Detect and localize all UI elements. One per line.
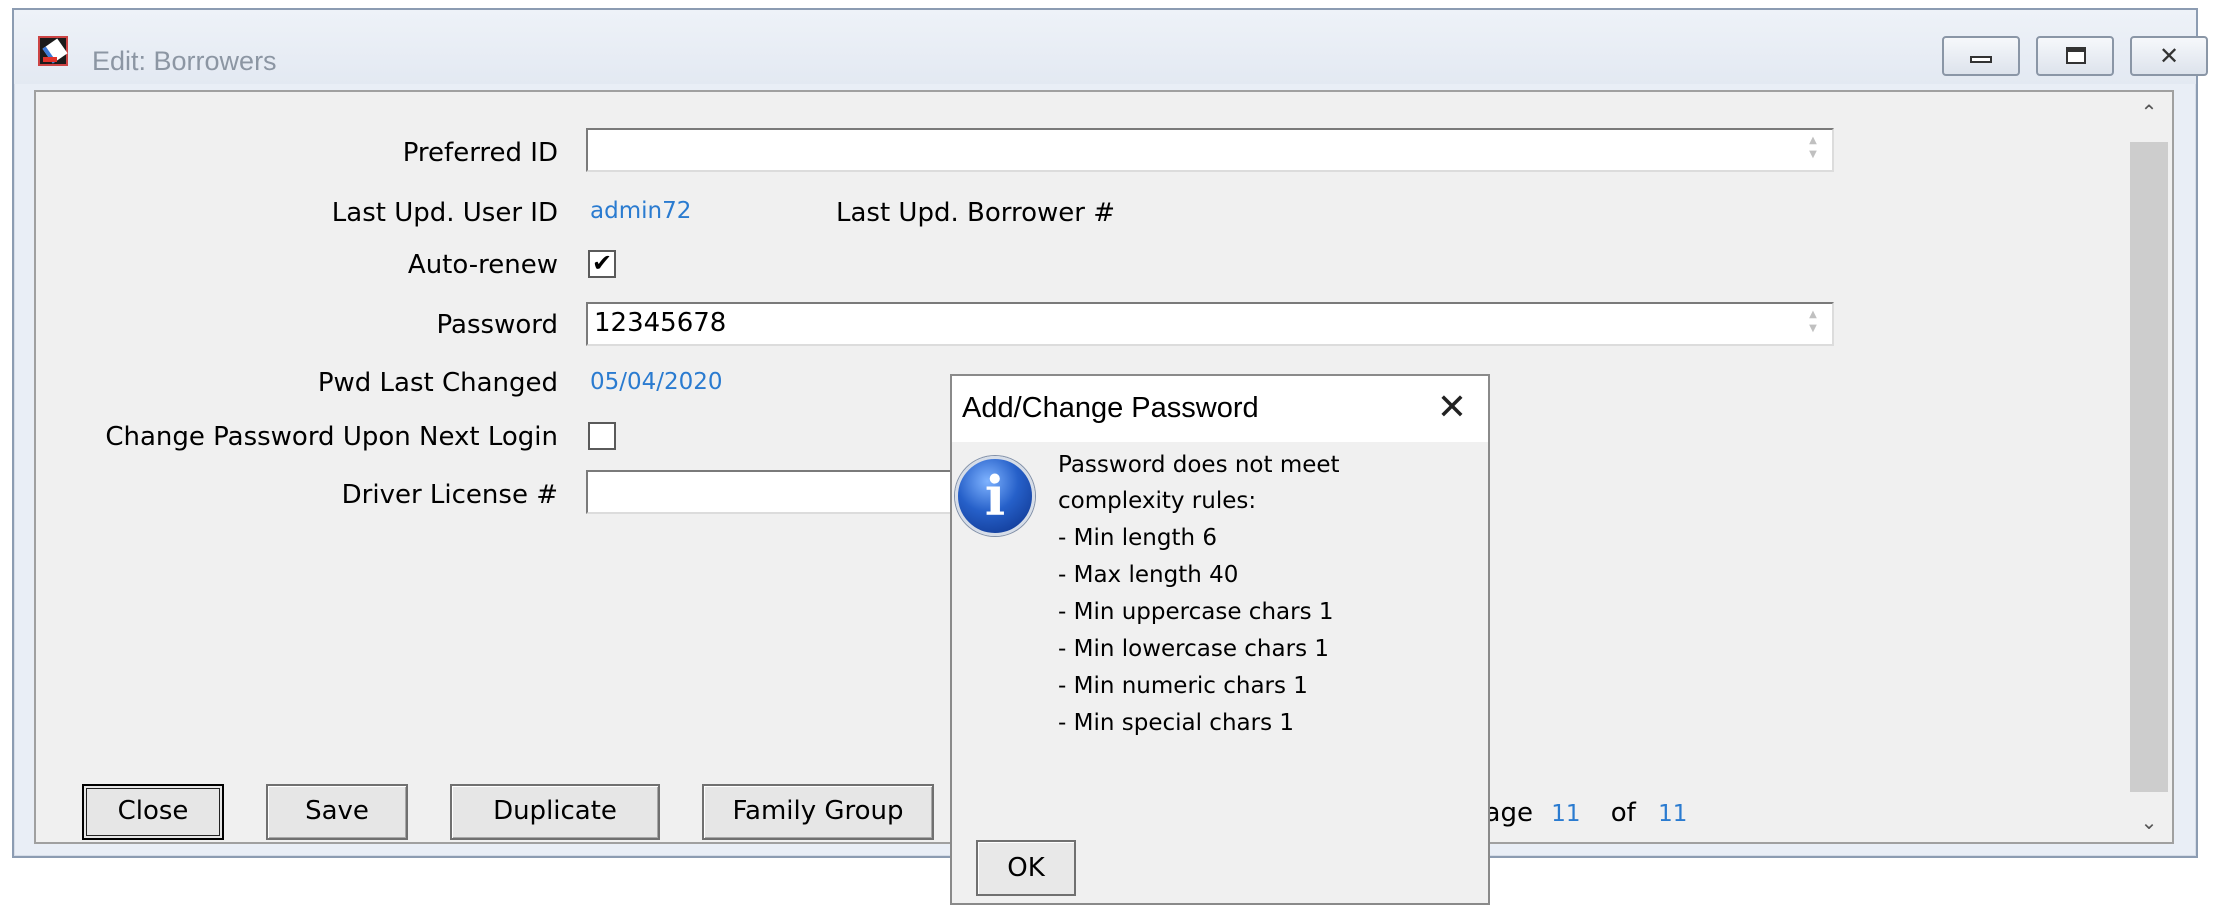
driver-license-input[interactable] xyxy=(586,470,1006,514)
password-label: Password xyxy=(436,310,558,340)
close-button[interactable]: Close xyxy=(82,784,224,840)
pager: Page 11 of 11 xyxy=(1470,798,1687,828)
dialog-message-line: - Min numeric chars 1 xyxy=(1058,673,1308,699)
window-title: Edit: Borrowers xyxy=(92,46,277,76)
dialog-message-line: - Min uppercase chars 1 xyxy=(1058,599,1334,625)
spinner-icon[interactable]: ▲ ▼ xyxy=(1798,134,1828,166)
close-window-button[interactable]: ✕ xyxy=(2130,36,2208,76)
pwd-last-changed-value: 05/04/2020 xyxy=(590,369,723,395)
add-change-password-dialog: Add/Change Password ✕ i Password does no… xyxy=(950,374,1490,905)
auto-renew-label: Auto-renew xyxy=(407,250,558,280)
preferred-id-input[interactable]: ▲ ▼ xyxy=(586,128,1834,172)
app-icon[interactable] xyxy=(38,36,68,66)
family-group-button[interactable]: Family Group xyxy=(702,784,934,840)
dialog-message-line: complexity rules: xyxy=(1058,488,1257,514)
close-icon: ✕ xyxy=(2158,42,2180,70)
check-icon: ✔ xyxy=(591,249,613,277)
password-value: 12345678 xyxy=(594,308,727,338)
ok-button[interactable]: OK xyxy=(976,840,1076,896)
spinner-icon[interactable]: ▲ ▼ xyxy=(1798,308,1828,340)
scroll-down-icon[interactable]: ⌄ xyxy=(2126,802,2172,842)
dialog-message-line: Password does not meet xyxy=(1058,452,1340,478)
change-password-label: Change Password Upon Next Login xyxy=(105,422,558,452)
last-upd-user-label: Last Upd. User ID xyxy=(331,198,558,228)
dialog-message-line: - Min lowercase chars 1 xyxy=(1058,636,1329,662)
last-upd-borrower-label: Last Upd. Borrower # xyxy=(836,198,1115,228)
auto-renew-checkbox[interactable]: ✔ xyxy=(588,250,616,278)
preferred-id-label: Preferred ID xyxy=(402,138,558,168)
last-upd-user-value: admin72 xyxy=(590,198,692,224)
pager-of-label: of xyxy=(1610,798,1636,828)
dialog-message-line: - Max length 40 xyxy=(1058,562,1239,588)
pager-current[interactable]: 11 xyxy=(1551,801,1580,827)
minimize-button[interactable] xyxy=(1942,36,2020,76)
dialog-close-button[interactable]: ✕ xyxy=(1430,386,1474,430)
password-input[interactable]: 12345678 ▲ ▼ xyxy=(586,302,1834,346)
change-password-checkbox[interactable] xyxy=(588,422,616,450)
duplicate-button[interactable]: Duplicate xyxy=(450,784,660,840)
info-icon: i xyxy=(955,456,1035,536)
minimize-icon xyxy=(1944,38,2018,74)
scroll-thumb[interactable] xyxy=(2130,142,2168,792)
dialog-titlebar[interactable]: Add/Change Password ✕ xyxy=(952,376,1488,442)
window-titlebar[interactable]: Edit: Borrowers ✕ xyxy=(14,10,2208,84)
save-button[interactable]: Save xyxy=(266,784,408,840)
pwd-last-changed-label: Pwd Last Changed xyxy=(317,368,558,398)
maximize-icon xyxy=(2038,38,2112,74)
dialog-message-line: - Min length 6 xyxy=(1058,525,1217,551)
close-icon: ✕ xyxy=(1436,387,1468,428)
pager-total: 11 xyxy=(1658,801,1688,827)
scroll-up-icon[interactable]: ⌃ xyxy=(2126,92,2172,132)
dialog-title: Add/Change Password xyxy=(962,392,1259,424)
driver-license-label: Driver License # xyxy=(341,480,558,510)
vertical-scrollbar[interactable]: ⌃ ⌄ xyxy=(2126,92,2172,842)
dialog-message-line: - Min special chars 1 xyxy=(1058,710,1294,736)
maximize-button[interactable] xyxy=(2036,36,2114,76)
